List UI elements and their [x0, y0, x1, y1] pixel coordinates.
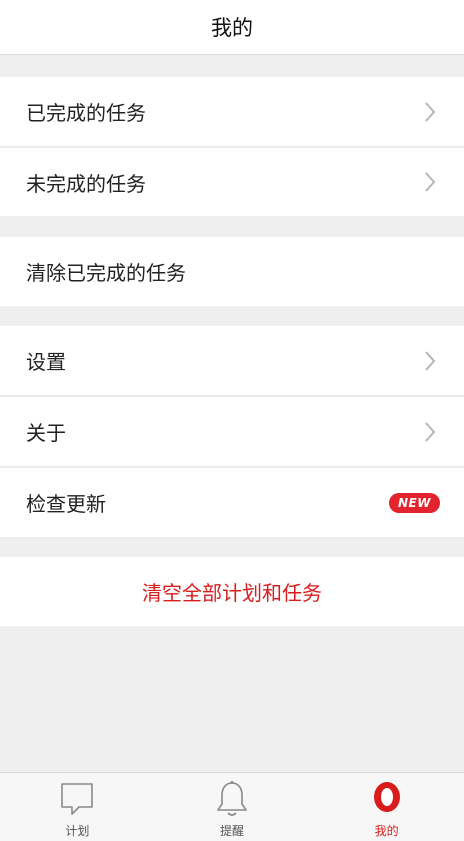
chevron-right-icon: [422, 100, 438, 124]
incomplete-tasks-label: 未完成的任务: [26, 171, 146, 196]
new-badge: NEW: [389, 492, 440, 513]
tab-bar: 计划 提醒 我的: [0, 772, 464, 841]
clear-all-button[interactable]: 清空全部计划和任务: [0, 557, 464, 626]
check-update-item[interactable]: 检查更新 NEW: [0, 468, 464, 537]
chevron-right-icon: [422, 170, 438, 194]
chat-bubble-icon: [57, 779, 97, 819]
page-title: 我的: [211, 16, 253, 40]
tab-reminder[interactable]: 提醒: [155, 773, 310, 841]
clear-all-label: 清空全部计划和任务: [142, 581, 322, 605]
clear-completed-label: 清除已完成的任务: [26, 261, 186, 285]
profile-icon: [367, 779, 407, 819]
tab-plan-label: 计划: [65, 824, 90, 838]
check-update-label: 检查更新: [26, 492, 106, 516]
tab-plan[interactable]: 计划: [0, 773, 155, 841]
about-label: 关于: [26, 421, 66, 445]
tab-mine[interactable]: 我的: [309, 773, 464, 841]
about-item[interactable]: 关于: [0, 397, 464, 466]
bell-icon: [212, 779, 252, 819]
chevron-right-icon: [422, 420, 438, 444]
header-bar: 我的: [0, 0, 464, 55]
settings-item[interactable]: 设置: [0, 326, 464, 395]
completed-tasks-item[interactable]: 已完成的任务: [0, 77, 464, 146]
clear-completed-item[interactable]: 清除已完成的任务: [0, 237, 464, 306]
tab-mine-label: 我的: [374, 824, 399, 838]
incomplete-tasks-item[interactable]: 未完成的任务: [0, 148, 464, 216]
tab-reminder-label: 提醒: [220, 824, 245, 838]
chevron-right-icon: [422, 349, 438, 373]
completed-tasks-label: 已完成的任务: [26, 101, 146, 125]
settings-label: 设置: [26, 350, 66, 374]
